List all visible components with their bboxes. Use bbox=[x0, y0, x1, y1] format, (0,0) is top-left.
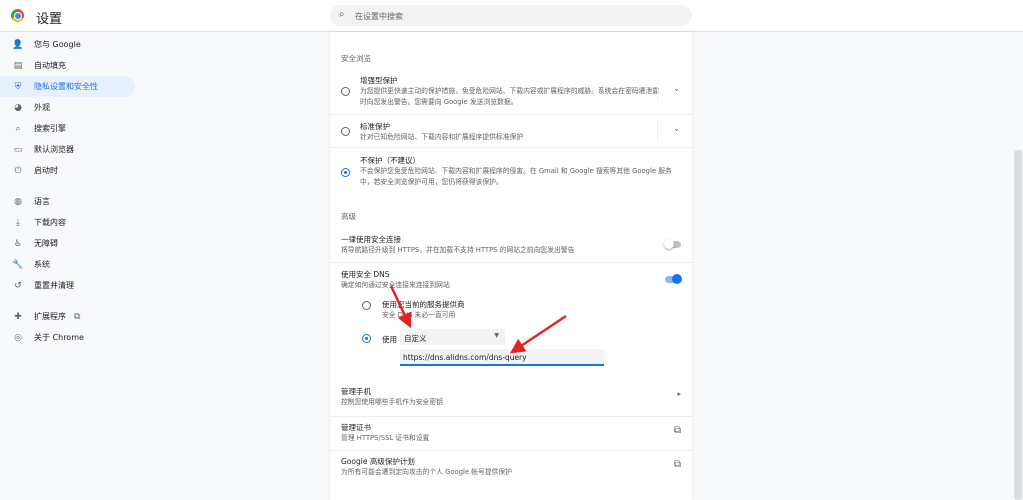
arrow-to-url bbox=[509, 314, 567, 354]
annotation-arrows bbox=[389, 285, 567, 354]
scrollbar[interactable] bbox=[1014, 150, 1022, 500]
arrow-to-select bbox=[389, 285, 412, 329]
